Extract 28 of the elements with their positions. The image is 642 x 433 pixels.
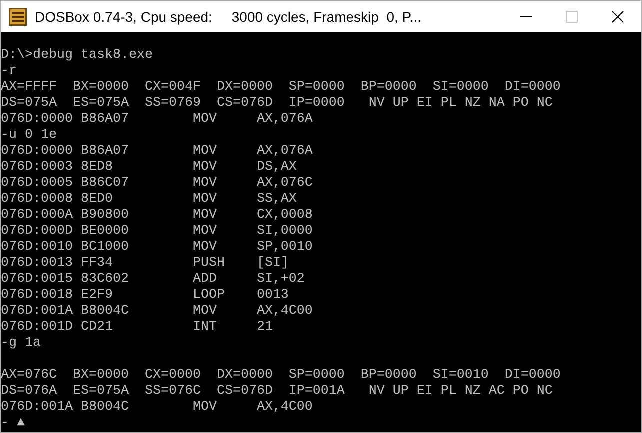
- console-line: 076D:0000 B86A07 MOV AX,076A: [1, 112, 313, 127]
- console-line: 076D:001A B8004C MOV AX,4C00: [1, 304, 313, 319]
- app-logo-icon: [9, 8, 27, 26]
- console-line: 076D:0013 FF34 PUSH [SI]: [1, 256, 289, 271]
- console-line: -g 1a: [1, 336, 41, 351]
- console-line: 076D:001A B8004C MOV AX,4C00: [1, 400, 313, 415]
- console-line: 076D:0010 BC1000 MOV SP,0010: [1, 240, 313, 255]
- console-line: 076D:0018 E2F9 LOOP 0013: [1, 288, 289, 303]
- console-line: 076D:0015 83C602 ADD SI,+02: [1, 272, 305, 287]
- console-line: 076D:000D BE0000 MOV SI,0000: [1, 224, 313, 239]
- console-line: -r: [1, 64, 17, 79]
- console-line: 076D:0000 B86A07 MOV AX,076A: [1, 144, 313, 159]
- close-icon: [612, 10, 624, 22]
- console-line: 076D:000A B90800 MOV CX,0008: [1, 208, 313, 223]
- console-line: - ▲: [1, 416, 25, 431]
- console-line: DS=076A ES=075A SS=076C CS=076D IP=001A NV UP EI PL NZ AC PO NC: [1, 384, 553, 399]
- minimize-icon: [520, 16, 532, 18]
- maximize-icon: [566, 10, 578, 22]
- console-line: -u 0 1e: [1, 128, 57, 143]
- console-line: 076D:0005 B86C07 MOV AX,076C: [1, 176, 313, 191]
- window-title: DOSBox 0.74-3, Cpu speed: 3000 cycles, Frameskip 0, P...: [35, 8, 422, 24]
- console-line: AX=076C BX=0000 CX=0000 DX=0000 SP=0000 BP=0000 SI=0010 DI=0000: [1, 368, 561, 383]
- console-line: 076D:0008 8ED0 MOV SS,AX: [1, 192, 297, 207]
- console-line: DS=075A ES=075A SS=0769 CS=076D IP=0000 NV UP EI PL NZ NA PO NC: [1, 96, 553, 111]
- console-line: AX=FFFF BX=0000 CX=004F DX=0000 SP=0000 BP=0000 SI=0000 DI=0000: [1, 80, 561, 95]
- console-line: 076D:001D CD21 INT 21: [1, 320, 273, 335]
- console-line: 076D:0003 8ED8 MOV DS,AX: [1, 160, 297, 175]
- console-line: D:\>debug task8.exe: [1, 48, 153, 63]
